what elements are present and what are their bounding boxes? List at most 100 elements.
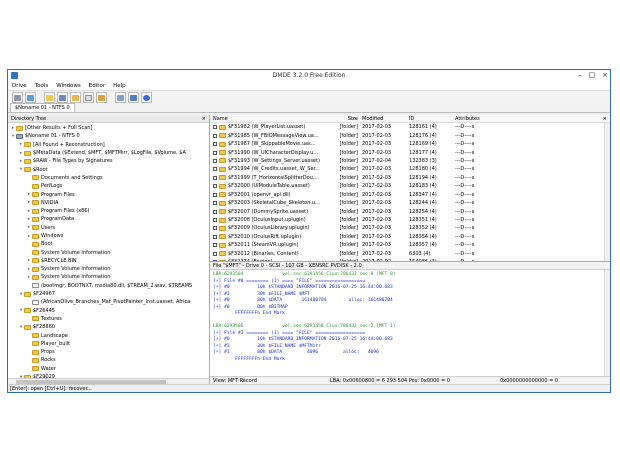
tree-item[interactable]: Documents and Settings (8, 174, 209, 182)
row-checkbox[interactable] (213, 260, 217, 261)
file-row[interactable]: $F31990 (W_UICharacterDisplay.u... [folde… (210, 148, 610, 156)
undo-icon[interactable] (141, 92, 152, 103)
partition-icon[interactable] (25, 92, 36, 103)
tree-item[interactable]: Boot (8, 240, 209, 248)
tree-item[interactable]: ▸ Program Files (8, 190, 209, 198)
row-checkbox[interactable] (213, 175, 217, 180)
tree-close-icon[interactable]: × (202, 116, 206, 122)
file-row[interactable]: $F32010 (OculusRift.uplugin) [folder] 2017… (210, 233, 610, 241)
row-checkbox[interactable] (213, 209, 217, 214)
menu-tools[interactable]: Tools (35, 83, 49, 89)
minimize-button[interactable]: – (578, 71, 582, 79)
tree-item[interactable]: ▸ $MetaData ($Extend, $MFT, $MFTMirr, $Lo… (8, 149, 209, 157)
tree-item-label: $F26445 (33, 307, 55, 314)
tree-item[interactable]: ▸ $RECYCLE.BIN (8, 257, 209, 265)
file-row[interactable]: $F32001 (openvr_api.dll) [folder] 2017-02-… (210, 191, 610, 199)
tree-item[interactable]: ▸ ProgramData (8, 215, 209, 223)
tree-item[interactable]: ▾ $Root (8, 165, 209, 173)
row-checkbox[interactable] (213, 201, 217, 206)
record-vertical-scrollbar[interactable] (604, 270, 610, 376)
file-row[interactable]: $F31982 (W_PlayerList.uasset) [folder] 201… (210, 123, 610, 131)
file-modified: 2017-02-03 (362, 149, 392, 156)
tree-item[interactable]: PerfLogs (8, 182, 209, 190)
row-checkbox[interactable] (213, 125, 217, 130)
tree-item[interactable]: ▾ $F24967 (8, 290, 209, 298)
row-checkbox[interactable] (213, 133, 217, 138)
column-modified[interactable]: Modified (360, 116, 407, 122)
row-checkbox[interactable] (213, 142, 217, 147)
row-checkbox[interactable] (213, 243, 217, 248)
column-attributes[interactable]: Attributes (453, 116, 503, 122)
file-list-close-icon[interactable]: × (603, 116, 610, 122)
file-row[interactable]: $F31994 (W_Credits.uasset, W_Ser... [fold… (210, 165, 610, 173)
file-icon[interactable] (83, 92, 94, 103)
file-row[interactable]: $F32003 (SkeletalCube_Skeleton.u... [fold… (210, 199, 610, 207)
clusters-icon[interactable] (115, 92, 126, 103)
file-row[interactable]: $F32009 (OculusLibrary.uplugin) [folder] 2… (210, 224, 610, 232)
tree-item[interactable]: Props (8, 348, 209, 356)
tree-item[interactable]: ▸ $RAW - File Types by Signatures (8, 157, 209, 165)
tree-item[interactable]: Textures (8, 315, 209, 323)
view-mode[interactable]: View: MFT Record (210, 378, 330, 384)
tree-item[interactable]: (bootmgr, BOOTNXT, msdia80.dll, $TREAM_2… (8, 282, 209, 290)
file-row[interactable]: $F32374 (Engine) [folder]2017-02-02154086… (210, 258, 610, 261)
tree-item[interactable]: ▾ $Noname 01 - NTFS 0 (8, 132, 209, 140)
file-row[interactable]: $F32012 (Binaries, Content) [folder] 2017-… (210, 250, 610, 258)
close-button[interactable]: × (602, 71, 608, 79)
file-row[interactable]: $F32011 (SteamVR.uplugin) [folder] 2017-02… (210, 241, 610, 249)
row-checkbox[interactable] (213, 251, 217, 256)
row-checkbox[interactable] (213, 184, 217, 189)
tree-item[interactable]: ▸ NVIDIA (8, 199, 209, 207)
menu-help[interactable]: Help (113, 83, 126, 89)
tree-item[interactable]: Water (8, 365, 209, 373)
tree-item[interactable]: ▸ [Other Results + Full Scan] (8, 124, 209, 132)
tree-item[interactable]: (AfricanOlive_Branches_Mat_PivotPainter_… (8, 298, 209, 306)
monitor-icon[interactable] (128, 92, 139, 103)
tree-item[interactable]: ▾ $F29029 (8, 373, 209, 378)
maximize-button[interactable]: □ (589, 71, 596, 79)
row-checkbox[interactable] (213, 158, 217, 163)
column-size[interactable]: Size (338, 116, 360, 122)
tree-item[interactable]: Player_built (8, 340, 209, 348)
row-checkbox[interactable] (213, 150, 217, 155)
folder-icon[interactable] (44, 92, 55, 103)
tree-item[interactable]: ▾ $F26445 (8, 307, 209, 315)
row-checkbox[interactable] (213, 234, 217, 239)
row-checkbox[interactable] (213, 218, 217, 223)
file-row[interactable]: $F31985 (W_FBIOMessageView.ua... [folder]… (210, 131, 610, 139)
tree-item[interactable]: ▸ System Volume Information (8, 273, 209, 281)
tree-item[interactable]: ▸ Windows (8, 232, 209, 240)
grid-icon[interactable] (57, 92, 68, 103)
file-id: 128354 (4) (409, 233, 437, 240)
file-row[interactable]: $F31993 (W_Settings_Server.uasset) [folde… (210, 157, 610, 165)
file-name: $F31990 (W_UICharacterDisplay.u... (228, 149, 319, 156)
tree-item[interactable]: System Volume Information (8, 248, 209, 256)
file-row[interactable]: $F32007 (DummySprite.uasset) [folder] 2017… (210, 207, 610, 215)
menu-windows[interactable]: Windows (56, 83, 81, 89)
tab-noname-01[interactable]: $Noname 01 - NTFS 0 (10, 103, 75, 112)
tree-item[interactable]: ▸ [All Found + Reconstruction] (8, 141, 209, 149)
sector-icon[interactable] (70, 92, 81, 103)
row-checkbox[interactable] (213, 192, 217, 197)
file-row[interactable]: $F32008 (OculusInput.uplugin) [folder] 201… (210, 216, 610, 224)
tree-item[interactable]: ▸ Program Files (x86) (8, 207, 209, 215)
menu-drive[interactable]: Drive (12, 83, 27, 89)
tree-item[interactable]: Rocks (8, 356, 209, 364)
row-checkbox[interactable] (213, 226, 217, 231)
directory-tree-pane: Directory Tree × ▸ [Other Results + Full … (8, 115, 210, 384)
tree-item[interactable]: Landscape (8, 331, 209, 339)
tree-item[interactable]: ▸ System Volume Information (8, 265, 209, 273)
row-checkbox[interactable] (213, 167, 217, 172)
column-id[interactable]: ID (407, 116, 453, 122)
tree-item-label: Boot (41, 241, 53, 248)
tree-item[interactable]: ▾ $F28860 (8, 323, 209, 331)
column-name[interactable]: Name (210, 116, 338, 122)
file-row[interactable]: $F31987 (W_SkippableMovie.uas... [folder]… (210, 140, 610, 148)
image-icon[interactable] (96, 92, 107, 103)
file-list-vertical-scrollbar[interactable] (604, 123, 610, 261)
file-row[interactable]: $F32000 (UIModuleTable.uasset) [folder] 20… (210, 182, 610, 190)
drive-icon[interactable] (12, 92, 23, 103)
tree-item[interactable]: ▸ Users (8, 224, 209, 232)
menu-editor[interactable]: Editor (89, 83, 105, 89)
file-row[interactable]: $F31999 (T_HorizontalSplitterDou... [fold… (210, 174, 610, 182)
